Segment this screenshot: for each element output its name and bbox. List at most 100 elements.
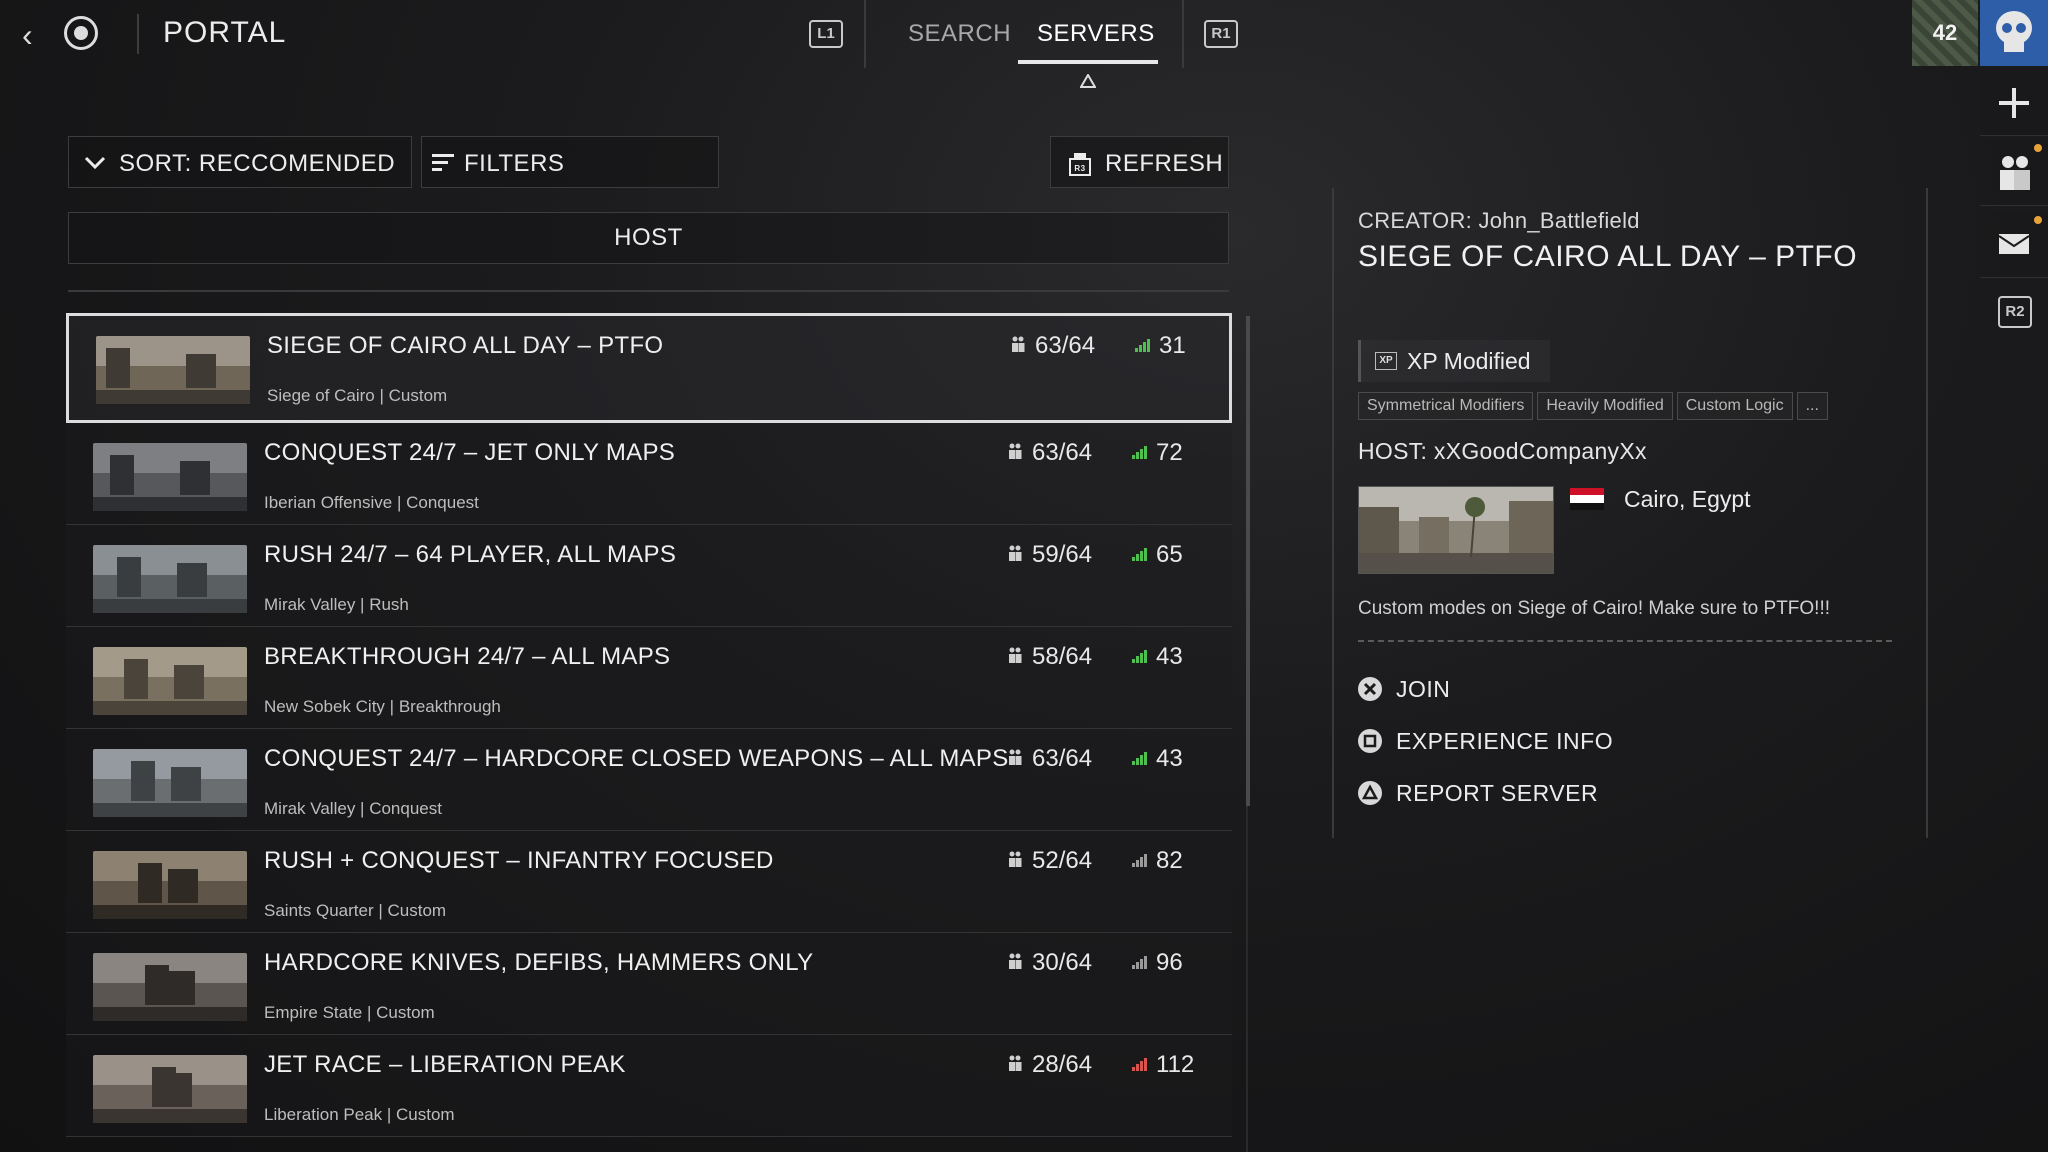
server-map: Mirak Valley	[264, 799, 356, 818]
header-divider	[137, 14, 139, 54]
host-column-header[interactable]: HOST	[68, 212, 1229, 264]
server-map: Liberation Peak	[264, 1105, 383, 1124]
tag-heavily-modified: Heavily Modified	[1537, 392, 1673, 420]
skull-icon	[1996, 11, 2032, 52]
squad-button[interactable]	[1980, 140, 2048, 206]
ping-value: 112	[1156, 1051, 1195, 1078]
map-thumbnail	[93, 953, 247, 1021]
tab-search[interactable]: SEARCH	[908, 20, 1011, 48]
ping: 72	[1132, 439, 1183, 467]
caret-up-icon	[1080, 74, 1096, 88]
signal-icon	[1132, 548, 1147, 561]
avatar[interactable]	[1980, 0, 2048, 66]
filters-label: FILTERS	[464, 150, 565, 177]
refresh-button[interactable]: R3 REFRESH	[1050, 136, 1229, 188]
server-map-mode: Empire State | Custom	[264, 1003, 435, 1022]
server-row[interactable]: JET RACE – LIBERATION PEAK Liberation Pe…	[66, 1035, 1232, 1137]
signal-icon	[1132, 752, 1147, 765]
ping: 43	[1132, 745, 1183, 773]
server-row[interactable]: RUSH + CONQUEST – INFANTRY FOCUSED Saint…	[66, 831, 1232, 933]
signal-icon	[1132, 1058, 1147, 1071]
player-count: 63/64	[1008, 439, 1092, 467]
map-thumbnail	[93, 545, 247, 613]
player-count: 30/64	[1008, 949, 1092, 977]
filters-button[interactable]: FILTERS	[421, 136, 719, 188]
ping: 65	[1132, 541, 1183, 569]
server-map-mode: Siege of Cairo | Custom	[267, 386, 448, 405]
server-row[interactable]: CONQUEST 24/7 – HARDCORE CLOSED WEAPONS …	[66, 729, 1232, 831]
map-thumbnail	[93, 749, 247, 817]
back-arrow-icon[interactable]: ‹	[22, 18, 52, 52]
server-map: New Sobek City	[264, 697, 385, 716]
tab-divider-right	[1182, 0, 1184, 68]
player-count-value: 30/64	[1032, 949, 1093, 976]
signal-icon	[1132, 650, 1147, 663]
scrollbar-thumb[interactable]	[1246, 316, 1250, 806]
sort-label: SORT: RECCOMENDED	[119, 150, 396, 177]
top-bar: ‹ PORTAL L1 SEARCH SERVERS R1	[0, 0, 2048, 88]
player-count-value: 52/64	[1032, 847, 1093, 874]
refresh-label: REFRESH	[1105, 150, 1224, 177]
server-list: SIEGE OF CAIRO ALL DAY – PTFO Siege of C…	[66, 313, 1232, 1137]
ping: 31	[1135, 332, 1186, 360]
xp-label: XP Modified	[1407, 348, 1531, 374]
detail-title: SIEGE OF CAIRO ALL DAY – PTFO	[1358, 240, 1858, 273]
server-map: Siege of Cairo	[267, 386, 375, 405]
tag-more[interactable]: ...	[1796, 392, 1828, 420]
experience-info-label: EXPERIENCE INFO	[1396, 728, 1614, 754]
server-mode: Rush	[369, 595, 409, 614]
server-map: Iberian Offensive	[264, 493, 393, 512]
players-icon	[1012, 336, 1025, 352]
server-name: SIEGE OF CAIRO ALL DAY – PTFO	[267, 332, 664, 359]
report-server-label: REPORT SERVER	[1396, 780, 1599, 806]
cross-button-icon	[1358, 677, 1382, 701]
messages-button[interactable]	[1980, 212, 2048, 278]
notification-dot	[2034, 144, 2042, 152]
players-icon	[1009, 851, 1022, 867]
add-friend-button[interactable]	[1980, 70, 2048, 136]
l1-bumper-icon[interactable]: L1	[809, 20, 843, 48]
r2-trigger-icon[interactable]: R2	[1998, 296, 2032, 328]
server-map-mode: Saints Quarter | Custom	[264, 901, 447, 920]
server-mode: Custom	[387, 901, 447, 920]
player-count-value: 58/64	[1032, 643, 1093, 670]
server-name: RUSH 24/7 – 64 PLAYER, ALL MAPS	[264, 541, 677, 568]
ping-value: 82	[1156, 847, 1183, 874]
server-mode: Custom	[388, 386, 448, 405]
sort-dropdown[interactable]: SORT: RECCOMENDED	[68, 136, 412, 188]
player-count: 58/64	[1008, 643, 1092, 671]
ping-value: 72	[1156, 439, 1183, 466]
server-map-mode: New Sobek City | Breakthrough	[264, 697, 501, 716]
report-server-action[interactable]: REPORT SERVER	[1358, 780, 1598, 807]
players-icon	[1009, 1055, 1022, 1071]
server-mode: Conquest	[406, 493, 479, 512]
experience-info-action[interactable]: EXPERIENCE INFO	[1358, 728, 1613, 755]
server-map-mode: Liberation Peak | Custom	[264, 1105, 455, 1124]
player-count-value: 28/64	[1032, 1051, 1093, 1078]
signal-icon	[1132, 956, 1147, 969]
egypt-flag-icon	[1570, 488, 1604, 510]
ping-value: 43	[1156, 643, 1183, 670]
r1-bumper-icon[interactable]: R1	[1204, 20, 1238, 48]
players-icon	[1009, 647, 1022, 663]
chevron-down-icon	[84, 156, 106, 170]
server-mode: Conquest	[369, 799, 442, 818]
players-icon	[1009, 545, 1022, 561]
join-action[interactable]: JOIN	[1358, 676, 1450, 703]
players-icon	[1009, 953, 1022, 969]
tab-servers[interactable]: SERVERS	[1037, 20, 1155, 48]
server-detail-panel: CREATOR: John_Battlefield SIEGE OF CAIRO…	[1332, 188, 1928, 838]
player-count: 59/64	[1008, 541, 1092, 569]
server-row[interactable]: BREAKTHROUGH 24/7 – ALL MAPS New Sobek C…	[66, 627, 1232, 729]
players-icon	[1009, 443, 1022, 459]
server-row[interactable]: RUSH 24/7 – 64 PLAYER, ALL MAPS Mirak Va…	[66, 525, 1232, 627]
server-row[interactable]: SIEGE OF CAIRO ALL DAY – PTFO Siege of C…	[66, 313, 1232, 423]
server-row[interactable]: HARDCORE KNIVES, DEFIBS, HAMMERS ONLY Em…	[66, 933, 1232, 1035]
filter-icon	[432, 154, 454, 171]
map-thumbnail	[93, 647, 247, 715]
map-thumbnail	[96, 336, 250, 404]
server-row[interactable]: CONQUEST 24/7 – JET ONLY MAPS Iberian Of…	[66, 423, 1232, 525]
map-preview-image	[1358, 486, 1554, 574]
signal-icon	[1132, 854, 1147, 867]
options-circle-icon[interactable]	[64, 16, 98, 50]
